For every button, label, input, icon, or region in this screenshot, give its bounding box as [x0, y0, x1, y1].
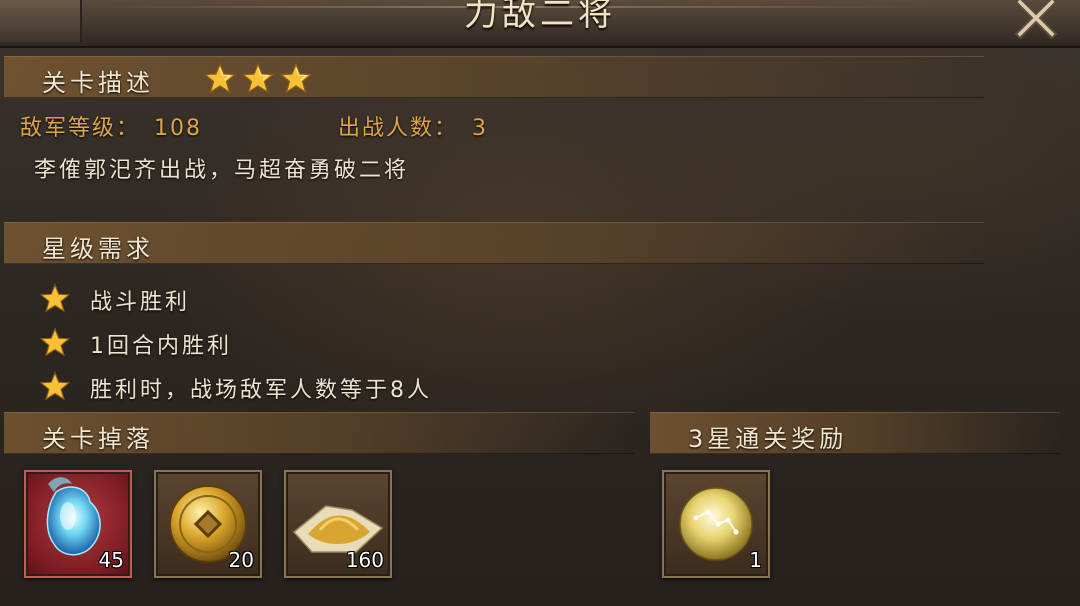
- drop-item-slot[interactable]: 160: [284, 470, 392, 578]
- star-req-text: 胜利时，战场敌军人数等于8人: [90, 378, 432, 403]
- star-req-item: 战斗胜利: [40, 278, 432, 322]
- enemy-level-row: 敌军等级： 108: [20, 110, 202, 142]
- drop-item-slot[interactable]: 20: [154, 470, 262, 578]
- reward-header: 3星通关奖励: [650, 412, 1060, 454]
- stage-description: 李傕郭汜齐出战，马超奋勇破二将: [34, 158, 410, 183]
- enemy-level-label: 敌军等级：: [20, 116, 141, 141]
- stage-desc-title: 关卡描述: [42, 69, 154, 97]
- close-icon: [1014, 0, 1058, 40]
- title-bar: 力敌二将: [0, 0, 1080, 48]
- star-icon: [242, 62, 274, 94]
- drop-item-slot[interactable]: 45: [24, 470, 132, 578]
- star-req-list: 战斗胜利 1回合内胜利 胜利时，战场敌军人数等于8人: [40, 278, 432, 410]
- star-req-item: 胜利时，战场敌军人数等于8人: [40, 366, 432, 410]
- stage-star-rating: [204, 62, 312, 94]
- stage-desc-header: 关卡描述: [4, 56, 984, 98]
- star-req-item: 1回合内胜利: [40, 322, 432, 366]
- star-icon: [40, 283, 70, 313]
- item-count: 160: [345, 548, 384, 572]
- item-count: 20: [228, 548, 254, 572]
- troops-value: 3: [472, 116, 489, 141]
- star-icon: [280, 62, 312, 94]
- close-button[interactable]: [1010, 0, 1062, 42]
- troops-row: 出战人数： 3: [338, 110, 488, 142]
- drops-header: 关卡掉落: [4, 412, 634, 454]
- star-req-header: 星级需求: [4, 222, 984, 264]
- troops-label: 出战人数：: [338, 116, 459, 141]
- enemy-level-value: 108: [154, 116, 203, 141]
- star-icon: [40, 327, 70, 357]
- reward-title: 3星通关奖励: [688, 425, 848, 453]
- page-title: 力敌二将: [464, 0, 616, 34]
- drops-title: 关卡掉落: [42, 425, 154, 453]
- reward-item-slot[interactable]: 1: [662, 470, 770, 578]
- star-req-title: 星级需求: [42, 235, 154, 263]
- star-icon: [40, 371, 70, 401]
- item-count: 45: [98, 548, 124, 572]
- star-req-text: 1回合内胜利: [90, 334, 232, 359]
- item-count: 1: [749, 548, 762, 572]
- star-req-text: 战斗胜利: [90, 290, 191, 315]
- star-icon: [204, 62, 236, 94]
